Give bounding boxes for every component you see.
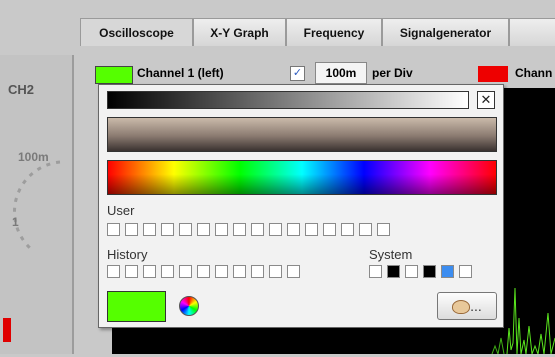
color-swatch[interactable]	[387, 265, 400, 278]
color-swatch[interactable]	[269, 223, 282, 236]
system-color-swatches	[369, 265, 499, 279]
color-swatch[interactable]	[125, 223, 138, 236]
color-swatch[interactable]	[251, 265, 264, 278]
grayscale-gradient[interactable]	[107, 91, 469, 109]
color-swatch[interactable]	[405, 265, 418, 278]
color-swatch[interactable]	[197, 223, 210, 236]
color-swatch[interactable]	[143, 223, 156, 236]
hue-spectrum[interactable]	[107, 160, 497, 195]
history-colors-label: History	[107, 247, 148, 262]
history-color-swatches	[107, 265, 367, 279]
system-colors-label: System	[369, 247, 413, 262]
color-swatch[interactable]	[369, 265, 382, 278]
more-colors-button[interactable]: ...	[437, 292, 497, 320]
color-swatch[interactable]	[305, 223, 318, 236]
tab-xy-graph[interactable]: X-Y Graph	[193, 18, 286, 46]
color-swatch[interactable]	[459, 265, 472, 278]
user-color-swatches	[107, 223, 497, 237]
tab-frequency[interactable]: Frequency	[286, 18, 382, 46]
color-swatch[interactable]	[251, 223, 264, 236]
knob-scale-label: 1	[12, 215, 19, 229]
current-color-swatch	[107, 291, 166, 322]
color-swatch[interactable]	[107, 223, 120, 236]
tab-signalgenerator[interactable]: Signalgenerator	[382, 18, 509, 46]
channel1-checkbox[interactable]: ✓	[290, 66, 305, 81]
color-swatch[interactable]	[287, 223, 300, 236]
tab-strip: Oscilloscope X-Y Graph Frequency Signalg…	[80, 18, 555, 48]
channel2-label: Chann	[515, 66, 553, 80]
user-colors-label: User	[107, 203, 135, 218]
ch2-title: CH2	[8, 82, 35, 97]
color-swatch[interactable]	[215, 223, 228, 236]
per-div-label: per Div	[372, 66, 413, 80]
color-swatch[interactable]	[143, 265, 156, 278]
color-swatch[interactable]	[233, 223, 246, 236]
channel1-color-swatch[interactable]	[95, 66, 133, 84]
color-swatch[interactable]	[323, 223, 336, 236]
color-swatch[interactable]	[441, 265, 454, 278]
color-swatch[interactable]	[107, 265, 120, 278]
tab-oscilloscope[interactable]: Oscilloscope	[80, 18, 193, 46]
knob-scale-label: 100m	[18, 150, 49, 164]
color-swatch[interactable]	[215, 265, 228, 278]
color-swatch[interactable]	[287, 265, 300, 278]
more-colors-label: ...	[470, 298, 482, 314]
color-swatch[interactable]	[125, 265, 138, 278]
close-icon[interactable]: ✕	[477, 91, 495, 109]
color-picker-popup: ✕ User History System ...	[98, 84, 504, 328]
color-swatch[interactable]	[359, 223, 372, 236]
color-swatch[interactable]	[423, 265, 436, 278]
channel2-color-swatch[interactable]	[478, 66, 508, 82]
color-swatch[interactable]	[179, 223, 192, 236]
tab-more[interactable]	[509, 18, 555, 46]
color-swatch[interactable]	[161, 223, 174, 236]
color-swatch[interactable]	[269, 265, 282, 278]
per-div-input[interactable]: 100m	[315, 62, 367, 84]
ch2-color-indicator	[3, 318, 11, 342]
channel1-label: Channel 1 (left)	[137, 66, 224, 80]
color-swatch[interactable]	[377, 223, 390, 236]
color-swatch[interactable]	[233, 265, 246, 278]
color-swatch[interactable]	[341, 223, 354, 236]
color-swatch[interactable]	[161, 265, 174, 278]
color-wheel-icon[interactable]	[179, 296, 199, 316]
palette-icon	[452, 300, 471, 315]
saturation-gradient[interactable]	[107, 117, 497, 152]
color-swatch[interactable]	[179, 265, 192, 278]
color-swatch[interactable]	[197, 265, 210, 278]
